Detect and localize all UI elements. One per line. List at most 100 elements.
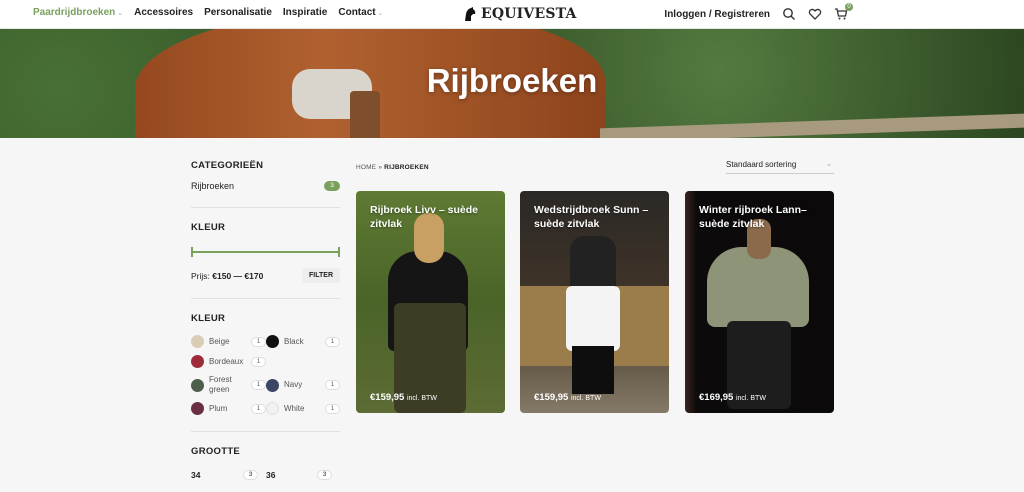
cart-count-badge: 0 (845, 3, 853, 11)
price-slider-max-handle[interactable] (338, 247, 340, 257)
sort-selected: Standaard sortering (726, 160, 797, 169)
product-price: €169,95 incl. BTW (699, 392, 766, 403)
color-count: 1 (251, 380, 266, 390)
product-price-tax: incl. BTW (735, 395, 766, 402)
product-title: Winter rijbroek Lann– suède zitvlak (699, 204, 807, 230)
product-price-value: €159,95 (370, 392, 405, 403)
divider (191, 207, 340, 208)
heart-icon[interactable] (808, 7, 822, 21)
price-slider[interactable] (191, 247, 340, 257)
filter-button[interactable]: FILTER (302, 268, 340, 283)
filter-sidebar: CATEGORIEËN Rijbroeken 3 KLEUR Prijs: €1… (191, 160, 340, 480)
product-price-value: €159,95 (534, 392, 569, 403)
product-photo-jacket (707, 247, 809, 327)
color-swatch (191, 355, 204, 368)
nav-item-inspiratie[interactable]: Inspiratie (283, 7, 327, 18)
chevron-down-icon: ⌄ (826, 161, 832, 168)
price-filter-title: KLEUR (191, 222, 226, 233)
color-label: Plum (209, 403, 228, 413)
nav-item-contact[interactable]: Contact ⌄ (338, 7, 383, 18)
color-swatch (191, 402, 204, 415)
price-label: Prijs: (191, 270, 210, 281)
product-price-value: €169,95 (699, 392, 734, 403)
product-title: Rijbroek Livv – suède zitvlak (370, 204, 478, 230)
size-option-34[interactable]: 34 3 (191, 470, 266, 480)
nav-label: Contact (338, 7, 376, 18)
nav-item-paardrijdbroeken[interactable]: Paardrijdbroeken ⌄ (33, 7, 123, 18)
size-count: 3 (243, 470, 258, 480)
color-filter-title: KLEUR (191, 313, 226, 324)
color-label: White (284, 403, 305, 413)
nav-label: Accessoires (134, 7, 194, 18)
product-card[interactable]: Rijbroek Livv – suède zitvlak €159,95 in… (356, 191, 505, 413)
horse-head-icon (465, 7, 476, 21)
color-label: Bordeaux (209, 356, 244, 366)
color-label: Forest green (209, 375, 232, 394)
breadcrumb-separator: » (378, 164, 383, 171)
color-option-bordeaux[interactable]: Bordeaux 1 (191, 355, 266, 368)
color-swatch (266, 335, 279, 348)
breadcrumb: HOME » RIJBROEKEN (356, 164, 429, 171)
size-count: 3 (317, 470, 332, 480)
size-label: 34 (191, 470, 201, 480)
categories-title: CATEGORIEËN (191, 160, 264, 171)
size-label: 36 (266, 470, 276, 480)
color-option-navy[interactable]: Navy 1 (266, 375, 340, 395)
divider (191, 431, 340, 432)
chevron-down-icon: ⌄ (117, 9, 124, 17)
color-label: Beige (209, 336, 230, 346)
color-count: 1 (325, 380, 340, 390)
color-count: 1 (251, 336, 266, 347)
price-slider-track (191, 251, 340, 253)
price-summary: Prijs: €150 — €170 (191, 271, 263, 281)
product-photo-breeches (566, 286, 620, 351)
page-title: Rijbroeken (426, 62, 598, 99)
product-price-tax: incl. BTW (406, 395, 437, 402)
color-option-plum[interactable]: Plum 1 (191, 402, 266, 415)
category-count: 3 (324, 181, 340, 191)
size-option-36[interactable]: 36 3 (266, 470, 340, 480)
account-link[interactable]: Inloggen / Registreren (664, 9, 770, 20)
chevron-down-icon: ⌄ (377, 9, 384, 17)
breadcrumb-home[interactable]: HOME (356, 164, 376, 171)
color-swatch (191, 335, 204, 348)
brand-logo[interactable]: EQUIVESTA (462, 4, 577, 24)
size-filter-title: GROOTTE (191, 446, 241, 457)
color-count: 1 (251, 403, 266, 414)
color-option-beige[interactable]: Beige 1 (191, 335, 266, 348)
product-price: €159,95 incl. BTW (534, 392, 601, 403)
nav-label: Inspiratie (282, 7, 328, 18)
product-photo-boots (572, 346, 614, 394)
color-count: 1 (251, 356, 266, 367)
color-option-black[interactable]: Black 1 (266, 335, 340, 348)
product-card[interactable]: Wedstrijdbroek Sunn – suède zitvlak €159… (520, 191, 669, 413)
color-option-forest-green[interactable]: Forest green 1 (191, 375, 266, 395)
header-actions: Inloggen / Registreren 0 (664, 3, 853, 21)
color-count: 1 (325, 403, 340, 414)
brand-name: EQUIVESTA (481, 6, 577, 22)
sort-select[interactable]: Standaard sortering ⌄ (726, 160, 834, 174)
product-photo-top (570, 236, 616, 291)
price-slider-min-handle[interactable] (191, 247, 193, 257)
breadcrumb-current: RIJBROEKEN (384, 164, 429, 171)
nav-item-accessoires[interactable]: Accessoires (134, 7, 193, 18)
cart-icon[interactable]: 0 (834, 3, 853, 21)
size-filter-list: 34 3 36 3 (191, 470, 340, 480)
category-label: Rijbroeken (191, 181, 235, 191)
main-nav: Paardrijdbroeken ⌄ Accessoires Personali… (33, 7, 383, 18)
price-range: €150 — €170 (212, 270, 264, 281)
price-row: Prijs: €150 — €170 FILTER (191, 268, 340, 283)
color-count: 1 (325, 336, 340, 347)
color-swatch (191, 378, 204, 392)
color-filter-list: Beige 1 Black 1 Bordeaux 1 Forest green … (191, 335, 340, 415)
category-item[interactable]: Rijbroeken 3 (191, 181, 340, 191)
color-swatch (266, 378, 279, 392)
color-swatch (266, 402, 279, 415)
color-option-white[interactable]: White 1 (266, 402, 340, 415)
header-bar: Paardrijdbroeken ⌄ Accessoires Personali… (0, 0, 1024, 29)
product-card[interactable]: Winter rijbroek Lann– suède zitvlak €169… (685, 191, 834, 413)
nav-label: Paardrijdbroeken (33, 7, 116, 18)
divider (191, 298, 340, 299)
nav-item-personalisatie[interactable]: Personalisatie (204, 7, 272, 18)
search-icon[interactable] (782, 7, 796, 21)
